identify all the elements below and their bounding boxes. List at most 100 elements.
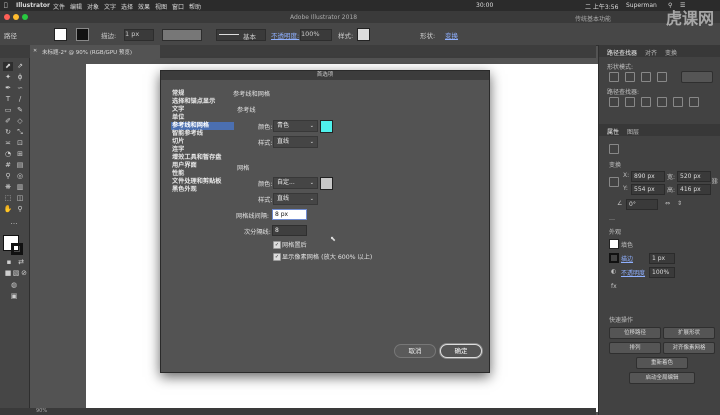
rectangle-tool-icon[interactable]: ▭ — [3, 106, 13, 115]
grid-color-swatch[interactable] — [320, 177, 333, 190]
category-general[interactable]: 常规 — [171, 90, 234, 98]
opacity-panel-field[interactable]: 100% — [649, 267, 675, 278]
type-tool-icon[interactable]: T — [3, 95, 13, 104]
offset-path-button[interactable]: 位移路径 — [609, 327, 661, 339]
y-field[interactable]: 554 px — [631, 184, 665, 195]
brush-definition-dropdown[interactable]: 基本 — [216, 29, 266, 41]
opacity-link-panel[interactable]: 不透明度 — [621, 268, 645, 277]
perspective-grid-tool-icon[interactable]: ⊞ — [15, 150, 25, 159]
close-window-icon[interactable] — [4, 14, 10, 20]
crop-icon[interactable] — [657, 97, 667, 107]
minus-front-icon[interactable] — [625, 72, 635, 82]
fill-swatch[interactable] — [54, 28, 67, 41]
menu-file[interactable]: 文件 — [53, 2, 65, 11]
rotate-tool-icon[interactable]: ↻ — [3, 128, 13, 137]
category-hyphenation[interactable]: 连字 — [171, 146, 234, 154]
guides-color-select[interactable]: 青色 ⌄ — [273, 120, 318, 132]
magic-wand-tool-icon[interactable]: ✦ — [3, 73, 13, 82]
free-transform-tool-icon[interactable]: ⊡ — [15, 139, 25, 148]
document-tab[interactable]: ✕ 未标题-2* @ 90% (RGB/GPU 预览) — [30, 45, 160, 58]
link-proportions-icon[interactable]: ⛓ — [711, 178, 719, 185]
grid-color-select[interactable]: 自定... ⌄ — [273, 177, 318, 189]
merge-icon[interactable] — [641, 97, 651, 107]
menubar-user[interactable]: Superman — [626, 2, 657, 9]
mesh-tool-icon[interactable]: # — [3, 161, 13, 170]
swap-colors-icon[interactable]: ⇄ — [16, 258, 26, 267]
drawing-modes-icon[interactable]: ◍ — [9, 281, 19, 290]
width-field[interactable]: 520 px — [677, 171, 711, 182]
direct-selection-tool-icon[interactable]: ⇗ — [15, 62, 25, 71]
menu-effect[interactable]: 效果 — [138, 2, 150, 11]
default-colors-icon[interactable]: ▪ — [4, 258, 14, 267]
align-pixel-grid-button[interactable]: 对齐像素网格 — [663, 342, 715, 354]
ok-button[interactable]: 确定 — [440, 344, 482, 358]
stroke-label[interactable]: 描边: — [101, 30, 116, 40]
tab-pathfinder[interactable]: 路径查找器 — [607, 48, 637, 57]
grids-in-back-checkbox[interactable]: ✓ — [273, 241, 281, 249]
lasso-tool-icon[interactable]: ϕ — [15, 73, 25, 82]
shape-label[interactable]: 形状: — [420, 30, 435, 40]
blend-tool-icon[interactable]: ◎ — [15, 172, 25, 181]
menu-app[interactable]: Illustrator — [16, 2, 50, 9]
scale-tool-icon[interactable]: ⤡ — [15, 128, 25, 137]
show-pixel-grid-checkbox[interactable]: ✓ — [273, 253, 281, 261]
tab-properties[interactable]: 属性 — [607, 127, 619, 136]
graphic-style-swatch[interactable] — [357, 28, 370, 41]
eyedropper-tool-icon[interactable]: ⚲ — [3, 172, 13, 181]
stroke-link[interactable]: 描边 — [621, 254, 633, 263]
menu-window[interactable]: 窗口 — [172, 2, 184, 11]
opacity-link[interactable]: 不透明度: — [271, 30, 299, 40]
stroke-color-box[interactable] — [11, 243, 23, 255]
apple-icon[interactable]:  — [4, 2, 8, 9]
guides-style-select[interactable]: 直线 ⌄ — [273, 136, 318, 148]
tab-align[interactable]: 对齐 — [645, 48, 657, 57]
category-performance[interactable]: 性能 — [171, 170, 234, 178]
outline-icon[interactable] — [673, 97, 683, 107]
expand-shape-button[interactable]: 扩展形状 — [663, 327, 715, 339]
cancel-button[interactable]: 取消 — [394, 344, 436, 358]
transform-link[interactable]: 变换 — [445, 30, 458, 40]
category-selection-anchor[interactable]: 选择和锚点显示 — [171, 98, 234, 106]
menu-help[interactable]: 帮助 — [189, 2, 201, 11]
fx-icon[interactable]: fx — [611, 283, 617, 290]
tab-layers[interactable]: 图层 — [627, 127, 639, 136]
flip-vertical-icon[interactable]: ⇕ — [677, 200, 682, 207]
tab-transform[interactable]: 变换 — [665, 48, 677, 57]
flip-horizontal-icon[interactable]: ⇔ — [665, 200, 670, 207]
edit-toolbar-icon[interactable]: … — [9, 218, 19, 227]
category-plugins-scratch[interactable]: 增效工具和暂存盘 — [171, 154, 234, 162]
category-guides-grid[interactable]: 参考线和网格 — [171, 122, 234, 130]
start-global-edit-button[interactable]: 启动全局编辑 — [629, 372, 695, 384]
workspace-switcher[interactable]: 传统基本功能 — [575, 14, 611, 23]
shape-builder-tool-icon[interactable]: ◔ — [3, 150, 13, 159]
x-field[interactable]: 890 px — [631, 171, 665, 182]
subdivisions-input[interactable]: 8 — [272, 225, 307, 236]
arrange-button[interactable]: 排列 — [609, 342, 661, 354]
category-slices[interactable]: 切片 — [171, 138, 234, 146]
menu-type[interactable]: 文字 — [104, 2, 116, 11]
eraser-tool-icon[interactable]: ◇ — [15, 117, 25, 126]
paintbrush-tool-icon[interactable]: ✎ — [15, 106, 25, 115]
slice-tool-icon[interactable]: ◫ — [15, 194, 25, 203]
more-options-icon[interactable]: … — [609, 215, 615, 222]
menu-edit[interactable]: 编辑 — [70, 2, 82, 11]
hand-tool-icon[interactable]: ✋ — [3, 205, 13, 214]
unite-icon[interactable] — [609, 72, 619, 82]
menu-object[interactable]: 对象 — [87, 2, 99, 11]
zoom-level[interactable]: 90% — [36, 408, 47, 414]
divide-icon[interactable] — [609, 97, 619, 107]
symbol-sprayer-tool-icon[interactable]: ❋ — [3, 183, 13, 192]
stroke-weight-field[interactable]: 1 px — [124, 29, 154, 41]
exclude-icon[interactable] — [657, 72, 667, 82]
close-tab-icon[interactable]: ✕ — [33, 48, 37, 54]
grid-style-select[interactable]: 直线 ⌄ — [273, 193, 318, 205]
zoom-tool-icon[interactable]: ⚲ — [15, 205, 25, 214]
recolor-button[interactable]: 重新着色 — [636, 357, 688, 369]
selection-tool-icon[interactable]: ⬈ — [3, 62, 13, 71]
pen-tool-icon[interactable]: ✒ — [3, 84, 13, 93]
opacity-field[interactable]: 100% — [300, 29, 332, 41]
trim-icon[interactable] — [625, 97, 635, 107]
angle-field[interactable]: 0° — [626, 199, 658, 210]
zoom-window-icon[interactable] — [22, 14, 28, 20]
column-graph-tool-icon[interactable]: ▥ — [15, 183, 25, 192]
